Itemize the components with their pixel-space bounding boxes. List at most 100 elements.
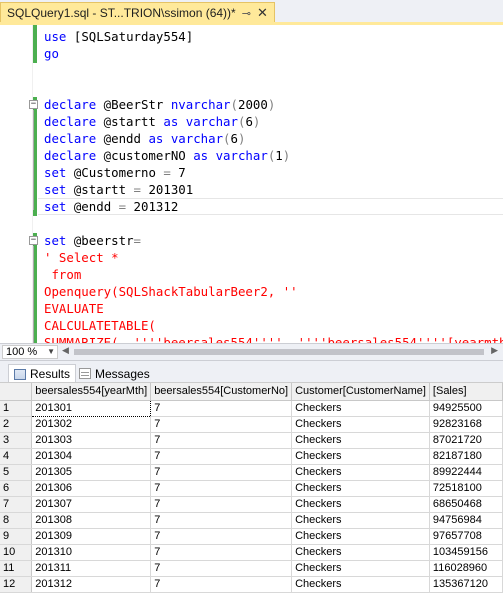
collapse-toggle[interactable]: − — [29, 236, 38, 245]
grid-cell[interactable]: 7 — [150, 544, 293, 561]
grid-cell[interactable]: 92823168 — [429, 416, 503, 433]
table-row[interactable]: 7 201307 7 Checkers 68650468 — [0, 496, 503, 513]
grid-cell[interactable]: Checkers — [291, 496, 430, 513]
row-number[interactable]: 10 — [0, 544, 33, 561]
grid-cell[interactable]: 103459156 — [429, 544, 503, 561]
grid-cell[interactable]: Checkers — [291, 512, 430, 529]
row-number[interactable]: 11 — [0, 560, 33, 577]
grid-cell[interactable]: 82187180 — [429, 448, 503, 465]
grid-cell[interactable]: Checkers — [291, 432, 430, 449]
grid-cell[interactable]: 68650468 — [429, 496, 503, 513]
grid-cell[interactable]: Checkers — [291, 560, 430, 577]
table-row[interactable]: 5 201305 7 Checkers 89922444 — [0, 464, 503, 481]
grid-cell[interactable]: 94756984 — [429, 512, 503, 529]
tab-messages-label: Messages — [95, 366, 150, 381]
table-row[interactable]: 2 201302 7 Checkers 92823168 — [0, 416, 503, 433]
grid-cell[interactable]: 201304 — [31, 448, 152, 465]
collapse-toggle[interactable]: − — [29, 100, 38, 109]
query-tab[interactable]: SQLQuery1.sql - ST...TRION\ssimon (64))*… — [0, 2, 275, 23]
grid-cell[interactable]: 201303 — [31, 432, 152, 449]
column-header[interactable]: [Sales] — [429, 383, 503, 401]
table-row[interactable]: 3 201303 7 Checkers 87021720 — [0, 432, 503, 449]
grid-cell[interactable]: 201305 — [31, 464, 152, 481]
code-line: CALCULATETABLE( — [44, 318, 156, 333]
grid-cell[interactable]: 7 — [150, 512, 293, 529]
grid-cell[interactable]: 135367120 — [429, 576, 503, 593]
grid-cell[interactable]: Checkers — [291, 448, 430, 465]
grid-cell[interactable]: 7 — [150, 528, 293, 545]
grid-cell[interactable]: 7 — [150, 576, 293, 593]
grid-cell[interactable]: 7 — [150, 560, 293, 577]
results-grid[interactable]: beersales554[yearMth] beersales554[Custo… — [0, 382, 503, 602]
column-header[interactable]: beersales554[yearMth] — [31, 383, 152, 401]
grid-cell[interactable]: 201311 — [31, 560, 152, 577]
row-number[interactable]: 5 — [0, 464, 33, 481]
grid-cell[interactable]: 201307 — [31, 496, 152, 513]
table-row[interactable]: 10 201310 7 Checkers 103459156 — [0, 544, 503, 561]
grid-cell[interactable]: 201310 — [31, 544, 152, 561]
grid-cell[interactable]: 201308 — [31, 512, 152, 529]
grid-cell[interactable]: Checkers — [291, 400, 430, 417]
row-number[interactable]: 8 — [0, 512, 33, 529]
table-row[interactable]: 6 201306 7 Checkers 72518100 — [0, 480, 503, 497]
grid-cell[interactable]: 116028960 — [429, 560, 503, 577]
grid-cell[interactable]: 7 — [150, 480, 293, 497]
row-number[interactable]: 9 — [0, 528, 33, 545]
grid-cell[interactable]: 7 — [150, 400, 293, 417]
document-tab-strip: SQLQuery1.sql - ST...TRION\ssimon (64))*… — [0, 0, 503, 23]
grid-cell[interactable]: 87021720 — [429, 432, 503, 449]
grid-cell[interactable]: Checkers — [291, 544, 430, 561]
grid-cell[interactable]: Checkers — [291, 416, 430, 433]
pin-icon[interactable]: ⊸ — [242, 7, 251, 20]
row-number-header[interactable] — [0, 383, 33, 401]
code-line: set @Customerno = 7 — [44, 165, 186, 180]
table-row[interactable]: 1 201301 7 Checkers 94925500 — [0, 399, 503, 417]
grid-cell[interactable]: Checkers — [291, 464, 430, 481]
grid-cell[interactable]: 201302 — [31, 416, 152, 433]
column-header[interactable]: Customer[CustomerName] — [291, 383, 430, 401]
zoom-dropdown[interactable]: 100 % ▼ — [2, 345, 58, 359]
row-number[interactable]: 12 — [0, 576, 33, 593]
grid-cell[interactable]: 201306 — [31, 480, 152, 497]
row-number[interactable]: 4 — [0, 448, 33, 465]
row-number[interactable]: 3 — [0, 432, 33, 449]
horizontal-scrollbar[interactable]: ◀ ▶ — [62, 345, 498, 357]
grid-cell[interactable]: Checkers — [291, 480, 430, 497]
grid-cell[interactable]: 7 — [150, 416, 293, 433]
grid-cell[interactable]: 89922444 — [429, 464, 503, 481]
code-line: SUMMARIZE( ''''beersales554'''', ''''bee… — [44, 335, 503, 343]
grid-cell[interactable]: 7 — [150, 496, 293, 513]
grid-cell[interactable]: 201309 — [31, 528, 152, 545]
grid-cell[interactable]: 7 — [150, 464, 293, 481]
outline-line — [33, 246, 34, 343]
table-row[interactable]: 4 201304 7 Checkers 82187180 — [0, 448, 503, 465]
grid-cell[interactable]: 201301 — [31, 399, 152, 417]
grid-cell[interactable]: 94925500 — [429, 400, 503, 417]
table-row[interactable]: 11 201311 7 Checkers 116028960 — [0, 560, 503, 577]
row-number[interactable]: 2 — [0, 416, 33, 433]
grid-cell[interactable]: Checkers — [291, 576, 430, 593]
scroll-left-icon[interactable]: ◀ — [62, 345, 69, 356]
code-line: declare @startt as varchar(6) — [44, 114, 261, 129]
close-icon[interactable]: ✕ — [257, 5, 268, 21]
grid-cell[interactable]: 97657708 — [429, 528, 503, 545]
tab-messages[interactable]: Messages — [74, 364, 155, 383]
scrollbar-thumb[interactable] — [74, 349, 484, 355]
row-number[interactable]: 6 — [0, 480, 33, 497]
sql-editor[interactable]: − − use [SQLSaturday554] go declare @Bee… — [0, 25, 503, 343]
table-row[interactable]: 12 201312 7 Checkers 135367120 — [0, 576, 503, 593]
grid-cell[interactable]: Checkers — [291, 528, 430, 545]
table-row[interactable]: 8 201308 7 Checkers 94756984 — [0, 512, 503, 529]
row-number[interactable]: 7 — [0, 496, 33, 513]
code-line: go — [44, 46, 59, 61]
row-number[interactable]: 1 — [0, 400, 33, 417]
tab-results[interactable]: Results — [8, 364, 77, 383]
grid-cell[interactable]: 201312 — [31, 576, 152, 593]
scroll-right-icon[interactable]: ▶ — [491, 345, 498, 356]
grid-cell[interactable]: 7 — [150, 432, 293, 449]
message-icon — [79, 368, 91, 379]
grid-cell[interactable]: 7 — [150, 448, 293, 465]
grid-cell[interactable]: 72518100 — [429, 480, 503, 497]
column-header[interactable]: beersales554[CustomerNo] — [150, 383, 293, 401]
table-row[interactable]: 9 201309 7 Checkers 97657708 — [0, 528, 503, 545]
